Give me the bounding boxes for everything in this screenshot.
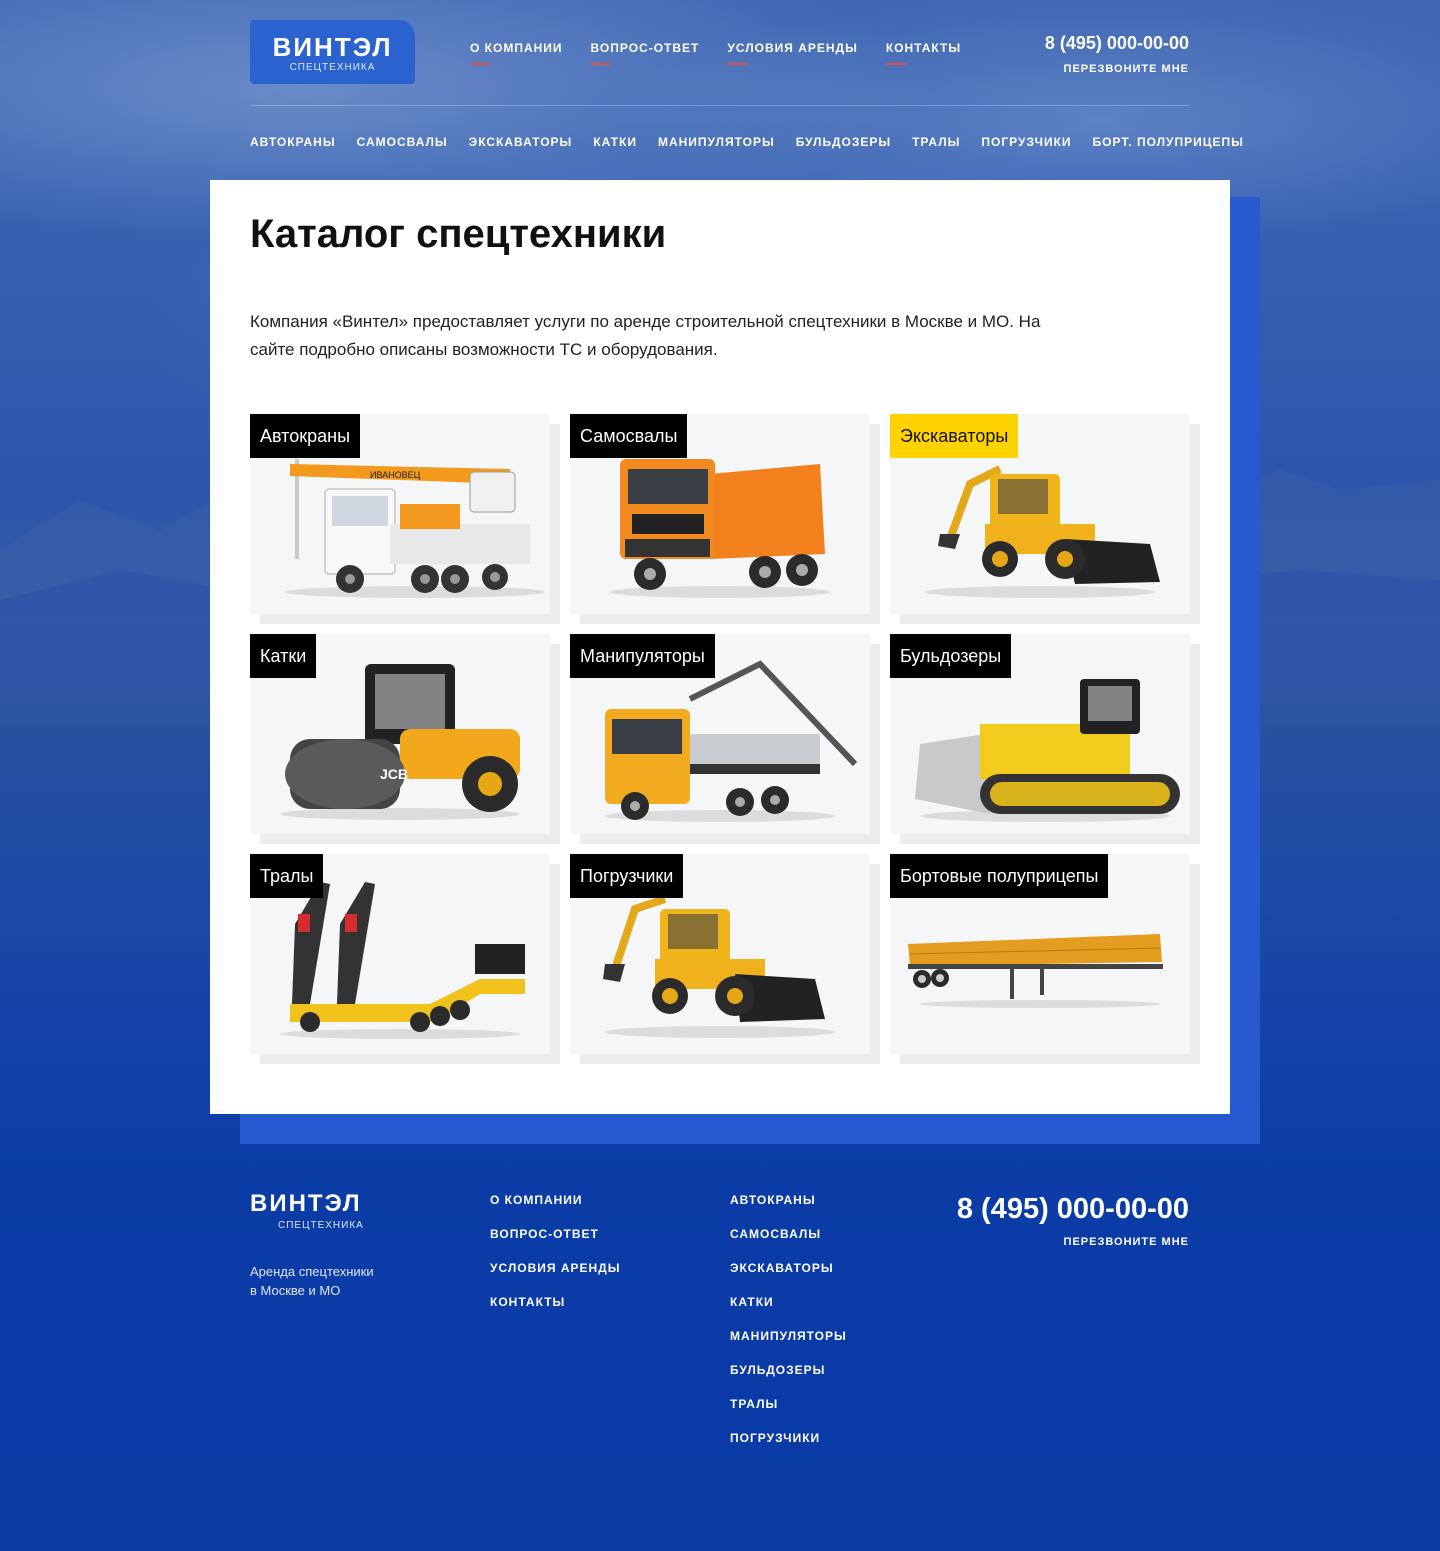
- logo-brand: ВИНТЭЛ: [272, 32, 393, 62]
- footer-link-contacts[interactable]: КОНТАКТЫ: [490, 1295, 620, 1309]
- tile-label: Бортовые полуприцепы: [890, 854, 1109, 898]
- catalog-tile-bulldozers[interactable]: Бульдозеры: [890, 634, 1200, 844]
- tile-label: Экскаваторы: [890, 414, 1019, 458]
- nav-rental-terms[interactable]: УСЛОВИЯ АРЕНДЫ: [727, 41, 857, 65]
- footer-link-rental-terms[interactable]: УСЛОВИЯ АРЕНДЫ: [490, 1261, 620, 1275]
- nav-contacts[interactable]: КОНТАКТЫ: [885, 41, 961, 65]
- footer-logo-brand: ВИНТЭЛ: [250, 1190, 362, 1217]
- catalog-card: Каталог спецтехники Компания «Винтел» пр…: [210, 180, 1230, 1114]
- tile-label: Катки: [250, 634, 317, 678]
- cat-nav-truck-cranes[interactable]: АВТОКРАНЫ: [250, 135, 336, 149]
- svg-text:ИВАНОВЕЦ: ИВАНОВЕЦ: [370, 470, 421, 480]
- footer-link-about[interactable]: О КОМПАНИИ: [490, 1193, 620, 1207]
- tile-label: Автокраны: [250, 414, 360, 458]
- catalog-tile-truck-cranes[interactable]: ИВАНОВЕЦ Автокраны: [250, 414, 560, 624]
- tile-label: Тралы: [250, 854, 324, 898]
- footer-callback-link[interactable]: ПЕРЕЗВОНИТЕ МНЕ: [957, 1236, 1189, 1248]
- catalog-tile-excavators[interactable]: Экскаваторы: [890, 414, 1200, 624]
- cat-nav-trawls[interactable]: ТРАЛЫ: [912, 135, 960, 149]
- footer-link-trawls[interactable]: ТРАЛЫ: [730, 1397, 847, 1411]
- footer-tagline-line-2: в Москве и МО: [250, 1283, 341, 1298]
- catalog-tile-semitrailers[interactable]: Бортовые полуприцепы: [890, 854, 1200, 1064]
- nav-faq[interactable]: ВОПРОС-ОТВЕТ: [590, 41, 700, 65]
- footer-logo[interactable]: ВИНТЭЛ СПЕЦТЕХНИКА: [250, 1190, 364, 1231]
- catalog-tile-dump-trucks[interactable]: Самосвалы: [570, 414, 880, 624]
- category-nav: АВТОКРАНЫ САМОСВАЛЫ ЭКСКАВАТОРЫ КАТКИ МА…: [250, 135, 1244, 149]
- header-phone-link[interactable]: 8 (495) 000-00-00: [1045, 33, 1189, 54]
- intro-text: Компания «Винтел» предоставляет услуги п…: [250, 312, 1041, 359]
- footer-nav-categories: АВТОКРАНЫ САМОСВАЛЫ ЭКСКАВАТОРЫ КАТКИ МА…: [730, 1193, 847, 1445]
- footer-nav-company: О КОМПАНИИ ВОПРОС-ОТВЕТ УСЛОВИЯ АРЕНДЫ К…: [490, 1193, 620, 1309]
- catalog-tile-loaders[interactable]: Погрузчики: [570, 854, 880, 1064]
- cat-nav-loaders[interactable]: ПОГРУЗЧИКИ: [981, 135, 1071, 149]
- footer-logo-subtitle: СПЕЦТЕХНИКА: [278, 1220, 364, 1231]
- svg-text:JCB: JCB: [380, 766, 408, 782]
- tile-label: Погрузчики: [570, 854, 684, 898]
- footer-tagline-line-1: Аренда спецтехники: [250, 1264, 374, 1279]
- footer-link-faq[interactable]: ВОПРОС-ОТВЕТ: [490, 1227, 620, 1241]
- header-callback-link[interactable]: ПЕРЕЗВОНИТЕ МНЕ: [1045, 63, 1189, 75]
- logo[interactable]: ВИНТЭЛ СПЕЦТЕХНИКА: [250, 20, 415, 84]
- footer-link-manipulators[interactable]: МАНИПУЛЯТОРЫ: [730, 1329, 847, 1343]
- footer-link-excavators[interactable]: ЭКСКАВАТОРЫ: [730, 1261, 847, 1275]
- nav-about[interactable]: О КОМПАНИИ: [470, 41, 563, 65]
- cat-nav-rollers[interactable]: КАТКИ: [593, 135, 637, 149]
- catalog-tile-rollers[interactable]: JCB Катки: [250, 634, 560, 844]
- footer-link-loaders[interactable]: ПОГРУЗЧИКИ: [730, 1431, 847, 1445]
- footer-link-rollers[interactable]: КАТКИ: [730, 1295, 847, 1309]
- footer-phone-link[interactable]: 8 (495) 000-00-00: [957, 1193, 1189, 1226]
- top-nav: О КОМПАНИИ ВОПРОС-ОТВЕТ УСЛОВИЯ АРЕНДЫ К…: [470, 41, 961, 65]
- tile-label: Самосвалы: [570, 414, 688, 458]
- catalog-tile-manipulators[interactable]: Манипуляторы: [570, 634, 880, 844]
- cat-nav-excavators[interactable]: ЭКСКАВАТОРЫ: [469, 135, 573, 149]
- footer-link-dump-trucks[interactable]: САМОСВАЛЫ: [730, 1227, 847, 1241]
- header-contact: 8 (495) 000-00-00 ПЕРЕЗВОНИТЕ МНЕ: [1045, 33, 1189, 75]
- tile-label: Бульдозеры: [890, 634, 1012, 678]
- footer-link-bulldozers[interactable]: БУЛЬДОЗЕРЫ: [730, 1363, 847, 1377]
- footer-tagline: Аренда спецтехники в Москве и МО: [250, 1262, 430, 1300]
- header-divider: [250, 105, 1190, 106]
- tile-label: Манипуляторы: [570, 634, 715, 678]
- page-title: Каталог спецтехники: [250, 212, 667, 256]
- logo-subtitle: СПЕЦТЕХНИКА: [289, 62, 376, 73]
- cat-nav-semitrailers[interactable]: БОРТ. ПОЛУПРИЦЕПЫ: [1093, 135, 1244, 149]
- cat-nav-manipulators[interactable]: МАНИПУЛЯТОРЫ: [658, 135, 775, 149]
- catalog-tile-trawls[interactable]: Тралы: [250, 854, 560, 1064]
- cat-nav-dump-trucks[interactable]: САМОСВАЛЫ: [357, 135, 448, 149]
- footer-contact: 8 (495) 000-00-00 ПЕРЕЗВОНИТЕ МНЕ: [957, 1193, 1189, 1248]
- footer-link-truck-cranes[interactable]: АВТОКРАНЫ: [730, 1193, 847, 1207]
- cat-nav-bulldozers[interactable]: БУЛЬДОЗЕРЫ: [796, 135, 891, 149]
